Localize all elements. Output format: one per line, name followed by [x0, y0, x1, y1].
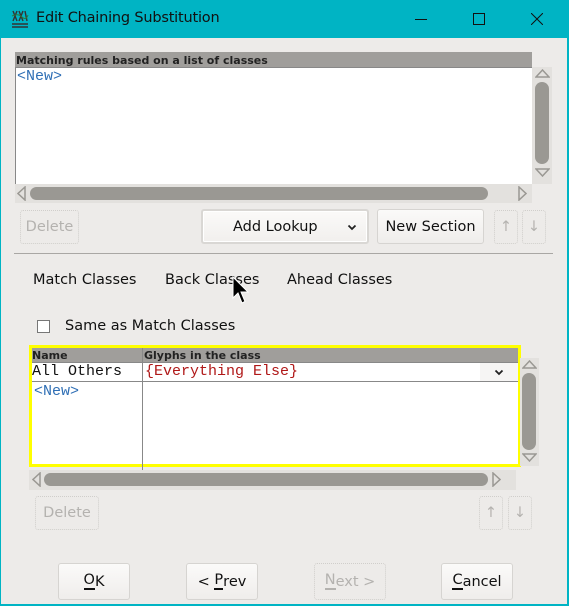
column-header-name[interactable]: Name [32, 348, 68, 362]
dialog-window: Edit Chaining Substitution Matching rule… [0, 0, 569, 606]
rules-list-vscroll-thumb[interactable] [535, 82, 549, 164]
arrow-up-icon: ↑ [499, 219, 513, 235]
classes-move-up-button[interactable]: ↑ [479, 496, 503, 530]
maximize-button[interactable] [456, 0, 502, 38]
prev-label: rev [223, 573, 247, 590]
new-section-button[interactable]: New Section [377, 209, 484, 244]
next-mnemonic: N [324, 572, 336, 590]
minimize-icon [415, 19, 427, 20]
scroll-right-icon[interactable] [492, 472, 501, 487]
class-glyphs-cell[interactable]: {Everything Else} [145, 363, 298, 381]
scroll-up-icon[interactable] [522, 360, 537, 369]
prev-prefix: < [197, 573, 215, 590]
arrow-up-icon: ↑ [484, 505, 498, 521]
column-header-glyphs[interactable]: Glyphs in the class [144, 348, 261, 362]
cancel-mnemonic: C [452, 572, 463, 590]
cancel-label: ancel [462, 573, 502, 590]
window-title: Edit Chaining Substitution [36, 10, 220, 26]
fontforge-icon [11, 10, 29, 28]
scroll-down-icon[interactable] [535, 168, 550, 177]
scroll-up-icon[interactable] [535, 69, 550, 78]
next-label: ext > [335, 573, 376, 590]
rules-move-down-button[interactable]: ↓ [522, 210, 546, 244]
rules-list[interactable]: <New> [15, 67, 532, 184]
tab-back-classes[interactable]: Back Classes [165, 272, 259, 288]
classes-table-header: Name Glyphs in the class [32, 348, 518, 362]
same-as-match-label[interactable]: Same as Match Classes [65, 318, 235, 334]
classes-table-hscroll-thumb[interactable] [44, 473, 488, 486]
rules-list-vscrollbar[interactable] [532, 67, 552, 184]
cancel-button[interactable]: Cancel [441, 563, 513, 600]
chevron-down-icon [347, 224, 357, 231]
add-lookup-label: Add Lookup [233, 219, 318, 235]
same-as-match-checkbox[interactable] [37, 320, 50, 333]
classes-delete-button[interactable]: Delete [35, 496, 99, 530]
rules-list-header: Matching rules based on a list of classe… [15, 52, 532, 67]
ok-button[interactable]: OK [58, 563, 130, 600]
ok-mnemonic: O [83, 572, 95, 590]
arrow-down-icon: ↓ [513, 505, 527, 521]
classes-table-vscrollbar[interactable] [520, 358, 539, 466]
rules-list-hscroll-thumb[interactable] [30, 187, 488, 200]
close-button[interactable] [514, 0, 560, 38]
section-divider [14, 253, 553, 254]
column-divider [142, 348, 143, 470]
arrow-down-icon: ↓ [527, 219, 541, 235]
scroll-down-icon[interactable] [522, 453, 537, 462]
classes-table[interactable]: Name Glyphs in the class All Others {Eve… [29, 345, 521, 470]
minimize-button[interactable] [398, 0, 444, 38]
scroll-left-icon[interactable] [17, 186, 26, 201]
close-icon [531, 13, 543, 25]
maximize-icon [473, 13, 485, 25]
rules-delete-button[interactable]: Delete [20, 210, 79, 244]
chevron-down-icon [494, 369, 504, 375]
tab-match-classes[interactable]: Match Classes [33, 272, 136, 288]
classes-move-down-button[interactable]: ↓ [508, 496, 532, 530]
next-button[interactable]: Next > [314, 563, 386, 600]
rules-list-new-item[interactable]: <New> [16, 68, 532, 86]
classes-table-vscroll-thumb[interactable] [522, 373, 536, 450]
table-row[interactable]: All Others {Everything Else} [32, 362, 518, 382]
title-bar[interactable]: Edit Chaining Substitution [0, 0, 569, 38]
rules-move-up-button[interactable]: ↑ [494, 210, 518, 244]
scroll-left-icon[interactable] [32, 472, 41, 487]
prev-mnemonic: P [214, 572, 224, 590]
classes-table-hscrollbar[interactable] [29, 470, 516, 490]
tab-ahead-classes[interactable]: Ahead Classes [287, 272, 392, 288]
glyphs-dropdown-button[interactable] [480, 363, 518, 381]
classes-table-new-row[interactable]: <New> [33, 383, 79, 401]
scroll-right-icon[interactable] [518, 186, 527, 201]
add-lookup-dropdown[interactable]: Add Lookup [201, 209, 369, 244]
prev-button[interactable]: < Prev [186, 563, 258, 600]
ok-label: K [94, 573, 105, 590]
rules-list-hscrollbar[interactable] [15, 184, 532, 203]
class-name-cell[interactable]: All Others [32, 363, 122, 381]
